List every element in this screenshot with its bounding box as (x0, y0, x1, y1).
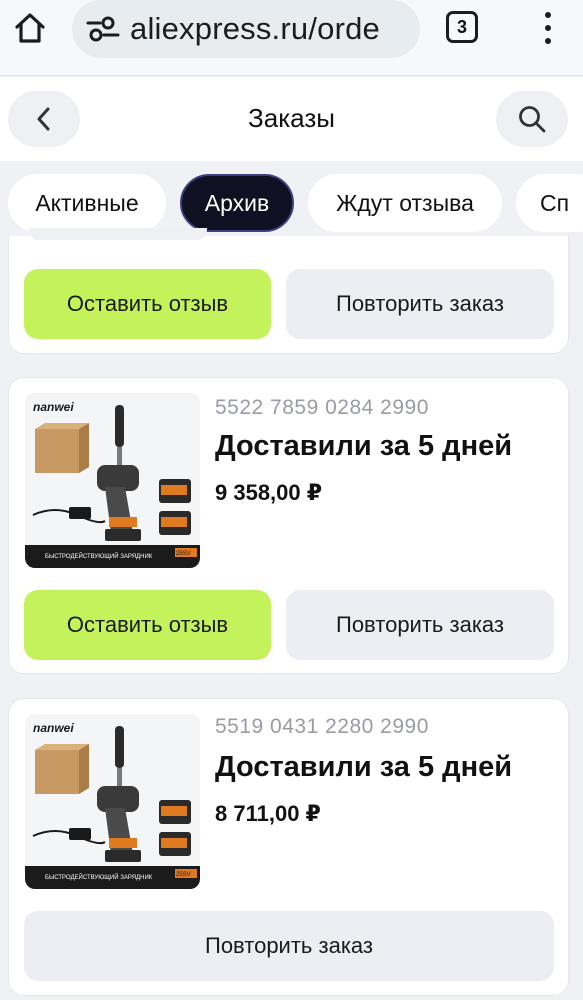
card-fragment (29, 228, 207, 240)
order-price: 9 358,00 ₽ (215, 480, 323, 505)
chip-partial[interactable]: Сп (516, 174, 583, 232)
browser-toolbar: aliexpress.ru/orde 3 (0, 0, 583, 76)
search-icon (519, 106, 546, 133)
image-caption: БЫСТРОДЕЙСТВУЮЩИЙ ЗАРЯДНИК (45, 552, 153, 560)
chip-archive[interactable]: Архив (180, 174, 294, 232)
tab-count: 3 (456, 16, 467, 37)
leave-review-button[interactable]: Оставить отзыв (24, 269, 271, 339)
order-number[interactable]: 5519 0431 2280 2990 (215, 715, 429, 739)
order-status: Доставили за 5 дней (215, 430, 513, 462)
tabs-icon[interactable]: 3 (446, 11, 478, 43)
order-card: nanwei БЫСТРОДЕЙСТВУЮЩИЙ ЗАРЯДНИК 25SV 5… (8, 698, 569, 996)
order-card: Оставить отзыв Повторить заказ (8, 228, 569, 354)
brand-logo: nanwei (33, 721, 74, 735)
search-button[interactable] (496, 91, 568, 147)
image-badge: 25SV (176, 551, 191, 557)
order-number[interactable]: 5522 7859 0284 2990 (215, 396, 429, 420)
site-settings-icon[interactable] (86, 14, 120, 44)
app-header: Заказы (0, 77, 583, 161)
home-icon[interactable] (10, 10, 50, 46)
chip-active[interactable]: Активные (8, 174, 166, 232)
image-badge: 25SV (176, 872, 191, 878)
more-vert-icon[interactable] (536, 8, 560, 48)
address-bar[interactable]: aliexpress.ru/orde (72, 0, 420, 58)
brand-logo: nanwei (33, 400, 74, 414)
leave-review-button[interactable]: Оставить отзыв (24, 590, 271, 660)
repeat-order-button[interactable]: Повторить заказ (24, 911, 554, 981)
order-card: nanwei БЫСТРОДЕЙСТВУЮЩИЙ ЗАРЯДНИК 25SV 5… (8, 377, 569, 674)
order-price: 8 711,00 ₽ (215, 801, 321, 826)
repeat-order-button[interactable]: Повторить заказ (286, 590, 554, 660)
repeat-order-button[interactable]: Повторить заказ (286, 269, 554, 339)
url-text[interactable]: aliexpress.ru/orde (130, 11, 380, 47)
order-status: Доставили за 5 дней (215, 751, 513, 783)
product-image[interactable]: nanwei БЫСТРОДЕЙСТВУЮЩИЙ ЗАРЯДНИК 25SV (25, 393, 200, 568)
image-caption: БЫСТРОДЕЙСТВУЮЩИЙ ЗАРЯДНИК (45, 873, 153, 881)
chip-awaiting-review[interactable]: Ждут отзыва (308, 174, 502, 232)
product-image[interactable]: nanwei БЫСТРОДЕЙСТВУЮЩИЙ ЗАРЯДНИК 25SV (25, 714, 200, 889)
